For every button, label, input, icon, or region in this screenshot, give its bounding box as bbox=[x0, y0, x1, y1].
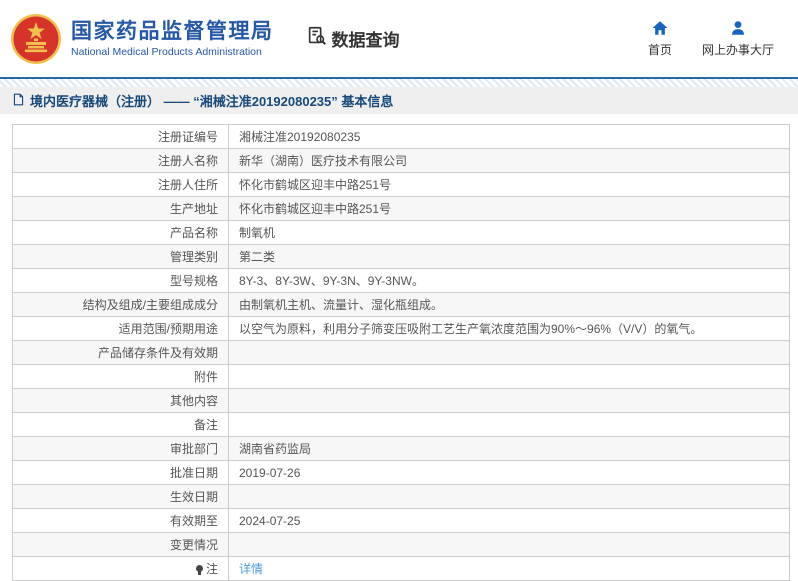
table-row: 注册证编号 湘械注准20192080235 bbox=[12, 124, 790, 149]
table-row: 产品名称 制氧机 bbox=[12, 220, 790, 245]
row-value bbox=[228, 532, 790, 557]
table-row: 备注 bbox=[12, 412, 790, 437]
info-table: 注册证编号 湘械注准20192080235 注册人名称 新华（湖南）医疗技术有限公司注… bbox=[12, 124, 790, 581]
site-title-cn: 国家药品监督管理局 bbox=[71, 19, 274, 43]
table-row: 管理类别 第二类 bbox=[12, 244, 790, 269]
row-value bbox=[228, 388, 790, 413]
site-logo[interactable]: 国家药品监督管理局 National Medical Products Admi… bbox=[10, 13, 274, 65]
table-row: 适用范围/预期用途 以空气为原料，利用分子筛变压吸附工艺生产氧浓度范围为90%～9… bbox=[12, 316, 790, 341]
row-label: 变更情况 bbox=[12, 532, 229, 557]
detail-link[interactable]: 详情 bbox=[239, 562, 263, 576]
page-title-bar: 境内医疗器械（注册） —— “湘械注准20192080235” 基本信息 bbox=[0, 87, 798, 114]
row-value: 以空气为原料，利用分子筛变压吸附工艺生产氧浓度范围为90%～96%（V/V）的氧… bbox=[228, 316, 790, 341]
table-row: 审批部门 湖南省药监局 bbox=[12, 436, 790, 461]
table-row: 生效日期 bbox=[12, 484, 790, 509]
row-value bbox=[228, 340, 790, 365]
row-value: 湘械注准20192080235 bbox=[228, 124, 790, 149]
row-value: 2024-07-25 bbox=[228, 508, 790, 533]
logo-text: 国家药品监督管理局 National Medical Products Admi… bbox=[71, 19, 274, 58]
row-label: 备注 bbox=[12, 412, 229, 437]
table-row: 批准日期 2019-07-26 bbox=[12, 460, 790, 485]
row-value: 怀化市鹤城区迎丰中路251号 bbox=[228, 172, 790, 197]
site-header: 国家药品监督管理局 National Medical Products Admi… bbox=[0, 0, 798, 77]
row-label: 注 bbox=[12, 556, 229, 581]
data-query-label: 数据查询 bbox=[331, 31, 400, 50]
info-table-body: 注册证编号 湘械注准20192080235 注册人名称 新华（湖南）医疗技术有限公司注… bbox=[12, 124, 790, 581]
row-label: 附件 bbox=[12, 364, 229, 389]
row-value: 详情 bbox=[228, 556, 790, 581]
row-label: 注册人名称 bbox=[12, 148, 229, 173]
row-label: 生效日期 bbox=[12, 484, 229, 509]
site-title-en: National Medical Products Administration bbox=[71, 46, 262, 59]
nav-online-hall-label: 网上办事大厅 bbox=[701, 43, 774, 57]
user-icon bbox=[729, 19, 747, 37]
row-value: 制氧机 bbox=[228, 220, 790, 245]
page-title: 境内医疗器械（注册） —— “湘械注准20192080235” 基本信息 bbox=[30, 94, 394, 109]
row-label: 适用范围/预期用途 bbox=[12, 316, 229, 341]
table-row: 有效期至 2024-07-25 bbox=[12, 508, 790, 533]
row-label: 生产地址 bbox=[12, 196, 229, 221]
row-label: 其他内容 bbox=[12, 388, 229, 413]
national-emblem-icon bbox=[10, 13, 62, 65]
row-label: 型号规格 bbox=[12, 268, 229, 293]
table-row: 注册人名称 新华（湖南）医疗技术有限公司 bbox=[12, 148, 790, 173]
row-label: 注册证编号 bbox=[12, 124, 229, 149]
row-value bbox=[228, 364, 790, 389]
bulb-icon bbox=[195, 565, 203, 575]
row-label: 产品名称 bbox=[12, 220, 229, 245]
row-label: 注册人住所 bbox=[12, 172, 229, 197]
row-value bbox=[228, 412, 790, 437]
row-label: 产品储存条件及有效期 bbox=[12, 340, 229, 365]
row-value: 新华（湖南）医疗技术有限公司 bbox=[228, 148, 790, 173]
row-label: 有效期至 bbox=[12, 508, 229, 533]
table-row: 注册人住所 怀化市鹤城区迎丰中路251号 bbox=[12, 172, 790, 197]
header-nav: 首页 网上办事大厅 bbox=[648, 19, 784, 58]
table-row: 注详情 bbox=[12, 556, 790, 581]
doc-search-icon bbox=[306, 25, 328, 52]
table-row: 产品储存条件及有效期 bbox=[12, 340, 790, 365]
home-icon bbox=[651, 19, 669, 37]
table-row: 结构及组成/主要组成成分 由制氧机主机、流量计、湿化瓶组成。 bbox=[12, 292, 790, 317]
row-value: 湖南省药监局 bbox=[228, 436, 790, 461]
nav-home[interactable]: 首页 bbox=[648, 19, 672, 58]
row-value: 2019-07-26 bbox=[228, 460, 790, 485]
row-label: 管理类别 bbox=[12, 244, 229, 269]
row-value: 8Y-3、8Y-3W、9Y-3N、9Y-3NW。 bbox=[228, 268, 790, 293]
table-row: 生产地址 怀化市鹤城区迎丰中路251号 bbox=[12, 196, 790, 221]
row-value bbox=[228, 484, 790, 509]
data-query-tab[interactable]: 数据查询 bbox=[306, 25, 400, 52]
row-label: 结构及组成/主要组成成分 bbox=[12, 292, 229, 317]
row-value: 第二类 bbox=[228, 244, 790, 269]
table-row: 变更情况 bbox=[12, 532, 790, 557]
table-row: 型号规格 8Y-3、8Y-3W、9Y-3N、9Y-3NW。 bbox=[12, 268, 790, 293]
nav-home-label: 首页 bbox=[647, 43, 672, 57]
row-value: 怀化市鹤城区迎丰中路251号 bbox=[228, 196, 790, 221]
row-value: 由制氧机主机、流量计、湿化瓶组成。 bbox=[228, 292, 790, 317]
table-row: 附件 bbox=[12, 364, 790, 389]
row-label: 审批部门 bbox=[12, 436, 229, 461]
table-row: 其他内容 bbox=[12, 388, 790, 413]
nav-online-hall[interactable]: 网上办事大厅 bbox=[702, 19, 774, 58]
hatch-strip bbox=[0, 79, 798, 87]
info-table-wrap: 注册证编号 湘械注准20192080235 注册人名称 新华（湖南）医疗技术有限公司注… bbox=[12, 124, 790, 581]
row-label: 批准日期 bbox=[12, 460, 229, 485]
document-icon bbox=[12, 93, 25, 109]
